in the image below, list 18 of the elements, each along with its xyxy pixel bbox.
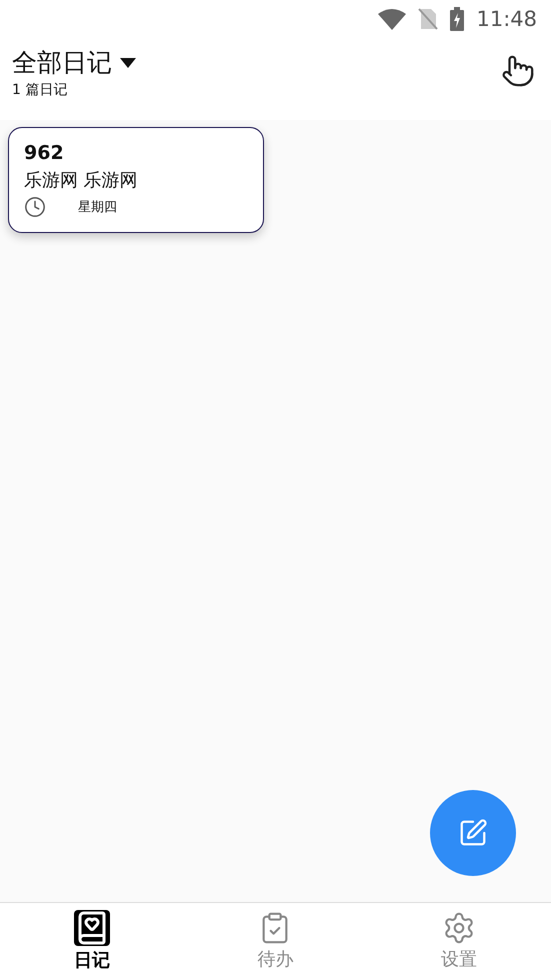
edit-icon [458, 818, 488, 848]
diary-filter-dropdown[interactable]: 全部日记 [12, 46, 136, 79]
nav-tab[interactable]: 待办 [184, 903, 368, 979]
entry-weekday: 星期四 [78, 199, 117, 216]
diary-count: 1 篇日记 [12, 81, 68, 99]
wifi-icon [378, 8, 406, 30]
pointing-hand-icon [501, 54, 535, 88]
status-time: 11:48 [476, 7, 537, 31]
battery-icon [450, 7, 464, 31]
clock-icon [24, 196, 46, 218]
book-icon [74, 910, 110, 946]
nav-tab[interactable]: 设置 [367, 903, 551, 979]
entry-title: 962 [24, 142, 65, 164]
diary-card[interactable]: 962 乐游网 乐游网 星期四 [8, 127, 264, 233]
no-sim-icon [418, 8, 438, 30]
nav-tab[interactable]: 日记 [0, 903, 184, 979]
dropdown-caret-icon [120, 58, 136, 68]
entry-text: 乐游网 乐游网 [24, 169, 139, 192]
